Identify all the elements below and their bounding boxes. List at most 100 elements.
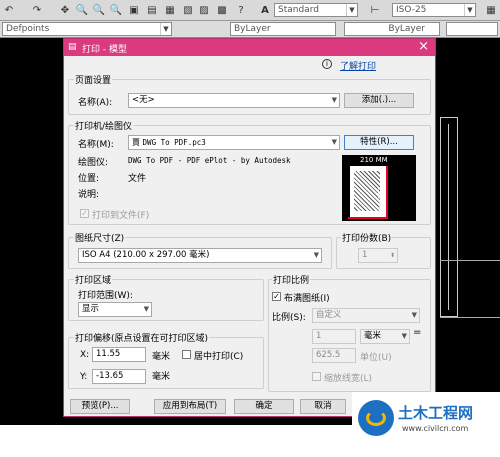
redo-icon[interactable]: ↷ bbox=[30, 3, 44, 17]
watermark-logo-icon bbox=[358, 400, 394, 436]
plotter-value: DWG To PDF - PDF ePlot - by Autodesk bbox=[128, 156, 291, 165]
chevron-down-icon: ▼ bbox=[411, 311, 417, 319]
color-combo[interactable]: ByLayer bbox=[230, 22, 336, 36]
offset-x-label: X: bbox=[80, 350, 90, 360]
chevron-down-icon: ▼ bbox=[346, 4, 357, 16]
main-toolbar: ↶ ↷ ✥ 🔍 🔍 🔍 ▣ ▤ ▦ ▧ ▨ ▩ ? A Standard ▼ ⊢ … bbox=[0, 0, 500, 21]
plot-to-file-label: 打印到文件(F) bbox=[92, 211, 150, 221]
printer-name-select[interactable]: 賈 DWG To PDF.pc3 ▼ bbox=[128, 135, 340, 150]
close-icon[interactable]: × bbox=[418, 40, 429, 54]
drawing-frame-line bbox=[448, 124, 449, 310]
center-plot-label: 居中打印(C) bbox=[194, 352, 244, 362]
printer-name-value: DWG To PDF.pc3 bbox=[142, 138, 206, 147]
copies-input[interactable]: 1 ⬍ bbox=[358, 248, 398, 263]
properties-icon[interactable]: ▣ bbox=[128, 3, 140, 17]
paper-size-select[interactable]: ISO A4 (210.00 x 297.00 毫米) ▼ bbox=[78, 248, 322, 263]
scale-select[interactable]: 自定义 ▼ bbox=[312, 308, 420, 323]
layer-combo[interactable]: Defpoints ▼ bbox=[2, 22, 172, 36]
offset-x-unit: 毫米 bbox=[152, 352, 171, 362]
help-icon[interactable]: ? bbox=[234, 3, 248, 17]
plot-area-heading: 打印区域 bbox=[74, 273, 113, 286]
where-value: 文件 bbox=[128, 174, 147, 184]
plotter-label: 绘图仪: bbox=[78, 158, 109, 168]
page-setup-name-select[interactable]: <无> ▼ bbox=[128, 93, 340, 108]
ok-button[interactable]: 确定 bbox=[234, 399, 294, 414]
add-page-setup-button[interactable]: 添加(.)... bbox=[344, 93, 414, 108]
scale-unit-value: 毫米 bbox=[364, 331, 382, 341]
sheet-set-icon[interactable]: ▧ bbox=[182, 3, 194, 17]
printer-name-label: 名称(M): bbox=[78, 140, 114, 150]
scale-label: 比例(S): bbox=[272, 313, 306, 323]
plot-dialog: ▤ 打印 - 模型 × i 了解打印 页面设置 名称(A): <无> ▼ 添加(.… bbox=[63, 38, 436, 417]
offset-y-value: -13.65 bbox=[96, 371, 124, 381]
fit-to-paper-checkbox[interactable]: ✓ bbox=[272, 292, 281, 301]
printer-icon: 賈 bbox=[132, 138, 143, 147]
scale-drawing-units-input[interactable]: 625.5 bbox=[312, 348, 356, 363]
dialog-title: 打印 - 模型 bbox=[82, 45, 127, 55]
design-center-icon[interactable]: ▤ bbox=[146, 3, 158, 17]
watermark-url: www.civilcn.com bbox=[402, 424, 469, 433]
zoom-previous-icon[interactable]: 🔍 bbox=[109, 3, 123, 17]
preview-button[interactable]: 预览(P)... bbox=[70, 399, 130, 414]
paper-edge-right bbox=[386, 166, 388, 219]
chevron-down-icon: ▼ bbox=[331, 96, 337, 104]
scale-unit-select[interactable]: 毫米 ▼ bbox=[360, 329, 410, 344]
linetype-combo[interactable]: ByLayer bbox=[344, 22, 440, 36]
lineweight-combo[interactable] bbox=[446, 22, 498, 36]
text-style-icon: A bbox=[261, 4, 269, 16]
where-label: 位置: bbox=[78, 174, 100, 184]
watermark-name: 土木工程网 bbox=[398, 404, 474, 422]
center-plot-checkbox[interactable] bbox=[182, 350, 191, 359]
scale-drawing-units-value: 625.5 bbox=[316, 350, 341, 360]
page-setup-name-value: <无> bbox=[132, 95, 155, 105]
description-label: 说明: bbox=[78, 190, 100, 200]
printer-heading: 打印机/绘图仪 bbox=[74, 119, 134, 132]
paper-size-heading: 图纸尺寸(Z) bbox=[74, 231, 126, 244]
zoom-realtime-icon[interactable]: 🔍 bbox=[75, 3, 89, 17]
apply-to-layout-button[interactable]: 应用到布局(T) bbox=[154, 399, 226, 414]
scale-units-value: 1 bbox=[316, 331, 322, 341]
paper-edge-bottom bbox=[348, 217, 388, 219]
layers-toolbar: Defpoints ▼ ByLayer ByLayer bbox=[0, 21, 500, 38]
scale-lineweights-checkbox[interactable] bbox=[312, 372, 321, 381]
plot-range-value: 显示 bbox=[82, 304, 100, 314]
offset-x-value: 11.55 bbox=[96, 349, 121, 359]
calculator-icon[interactable]: ▩ bbox=[216, 3, 228, 17]
printer-properties-button[interactable]: 特性(R)... bbox=[344, 135, 414, 150]
markup-icon[interactable]: ▨ bbox=[198, 3, 210, 17]
pan-icon[interactable]: ✥ bbox=[58, 3, 72, 17]
plot-to-file-checkbox[interactable]: ✓ bbox=[80, 209, 89, 218]
plot-range-select[interactable]: 显示 ▼ bbox=[78, 302, 152, 317]
drawing-line bbox=[440, 260, 500, 261]
table-style-icon[interactable]: ▦ bbox=[484, 3, 498, 17]
dialog-titlebar[interactable]: ▤ 打印 - 模型 × bbox=[64, 39, 435, 56]
chevron-down-icon: ▼ bbox=[464, 4, 475, 16]
watermark-logo-arc bbox=[366, 410, 386, 426]
tool-palettes-icon[interactable]: ▦ bbox=[164, 3, 176, 17]
spinner-icon: ⬍ bbox=[389, 252, 395, 259]
dim-style-combo[interactable]: ISO-25 ▼ bbox=[392, 3, 476, 17]
fit-to-paper-label: 布满图纸(I) bbox=[284, 294, 330, 304]
offset-y-input[interactable]: -13.65 bbox=[92, 369, 146, 384]
color-value: ByLayer bbox=[234, 24, 271, 34]
offset-y-unit: 毫米 bbox=[152, 372, 171, 382]
chevron-down-icon: ▼ bbox=[160, 23, 171, 35]
zoom-window-icon[interactable]: 🔍 bbox=[92, 3, 106, 17]
cancel-button[interactable]: 取消 bbox=[300, 399, 346, 414]
scale-lineweights-label: 缩放线宽(L) bbox=[324, 374, 373, 384]
info-icon: i bbox=[322, 59, 332, 69]
scale-units-input[interactable]: 1 bbox=[312, 329, 356, 344]
paper-preview: 210 MM 297 MM bbox=[342, 155, 416, 221]
plot-icon: ▤ bbox=[68, 42, 77, 52]
plot-range-label: 打印范围(W): bbox=[78, 291, 133, 301]
page-setup-heading: 页面设置 bbox=[74, 73, 113, 86]
undo-icon[interactable]: ↶ bbox=[2, 3, 16, 17]
page-setup-name-label: 名称(A): bbox=[78, 98, 113, 108]
paper-size-value: ISO A4 (210.00 x 297.00 毫米) bbox=[82, 250, 210, 260]
linetype-value: ByLayer bbox=[388, 24, 425, 34]
plot-scale-heading: 打印比例 bbox=[272, 273, 311, 286]
learn-plot-link[interactable]: 了解打印 bbox=[340, 59, 376, 72]
offset-x-input[interactable]: 11.55 bbox=[92, 347, 146, 362]
text-style-combo[interactable]: Standard ▼ bbox=[274, 3, 358, 17]
copies-value: 1 bbox=[362, 250, 368, 260]
